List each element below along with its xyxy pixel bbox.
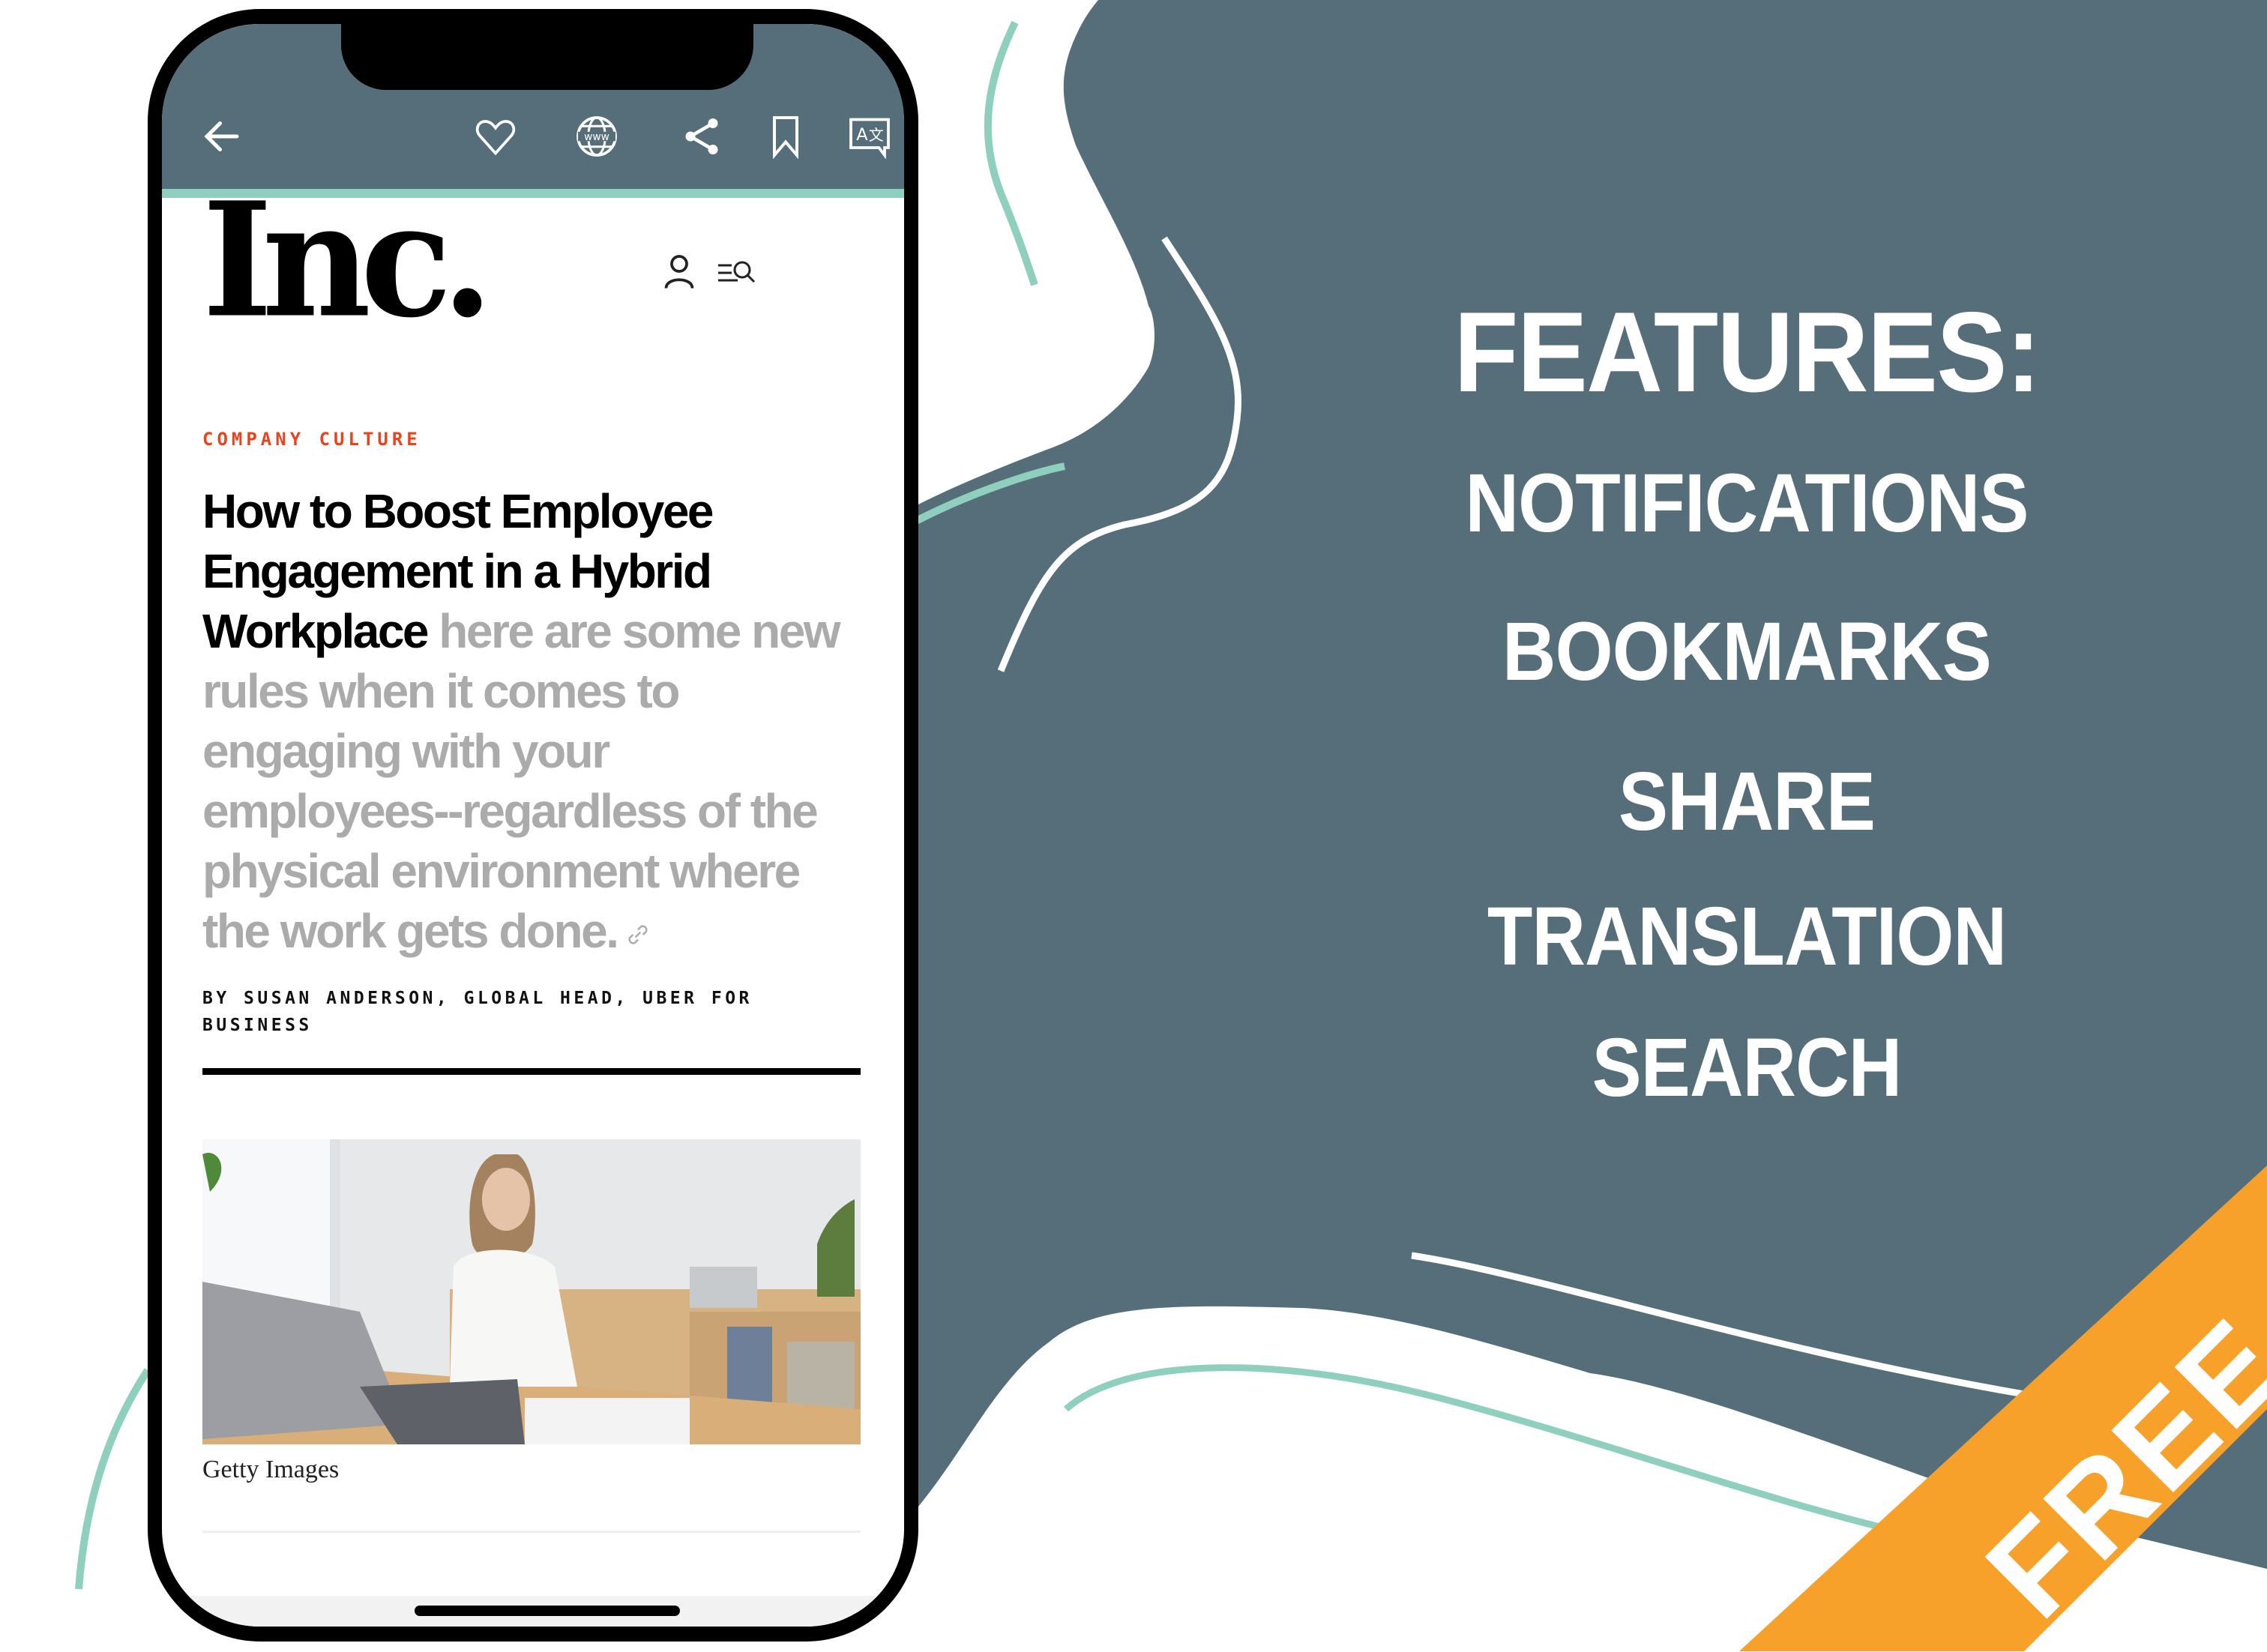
back-arrow-icon [204,121,239,151]
link-icon[interactable] [623,920,653,950]
teal-curve-top [984,20,1038,286]
byline-divider [202,1068,861,1075]
translate-button[interactable]: A文 [846,112,894,160]
home-indicator[interactable] [415,1606,680,1616]
feature-item-translation: TRANSLATION [1487,890,2007,983]
back-button[interactable] [198,112,246,160]
teal-curve-bottom-left [75,1368,151,1590]
feature-item-search: SEARCH [1592,1022,1903,1114]
feature-item-share: SHARE [1618,756,1876,848]
menu-search-icon[interactable] [715,249,760,294]
phone-notch [341,24,753,90]
section-divider [202,1531,861,1533]
share-icon [685,118,718,154]
image-caption: Getty Images [202,1456,340,1483]
phone-frame: www A文 Inc. COMPANY CULTURE How to Boost… [148,9,918,1642]
article-category[interactable]: COMPANY CULTURE [202,429,421,450]
svg-text:文: 文 [869,126,884,144]
bookmark-icon [773,116,798,159]
feature-item-notifications: NOTIFICATIONS [1465,457,2029,549]
svg-text:A: A [856,125,868,145]
www-globe-icon: www [576,116,617,157]
translate-icon: A文 [849,118,890,159]
favorite-button[interactable] [472,112,520,160]
article-hero-image [202,1139,861,1444]
heart-icon [475,120,516,156]
inc-logo[interactable]: Inc. [202,181,493,339]
article-headline-block: How to Boost Employee Engagement in a Hy… [202,481,862,961]
phone-screen: www A文 Inc. COMPANY CULTURE How to Boost… [162,24,904,1627]
article-byline: BY SUSAN ANDERSON, GLOBAL HEAD, UBER FOR… [202,989,753,1035]
features-title: FEATURES: [1454,289,2041,416]
user-icon[interactable] [657,249,702,294]
svg-text:www: www [584,131,609,143]
open-website-button[interactable]: www [573,112,621,160]
bookmark-button[interactable] [762,112,810,160]
share-button[interactable] [678,112,726,160]
feature-item-bookmarks: BOOKMARKS [1502,606,1992,698]
